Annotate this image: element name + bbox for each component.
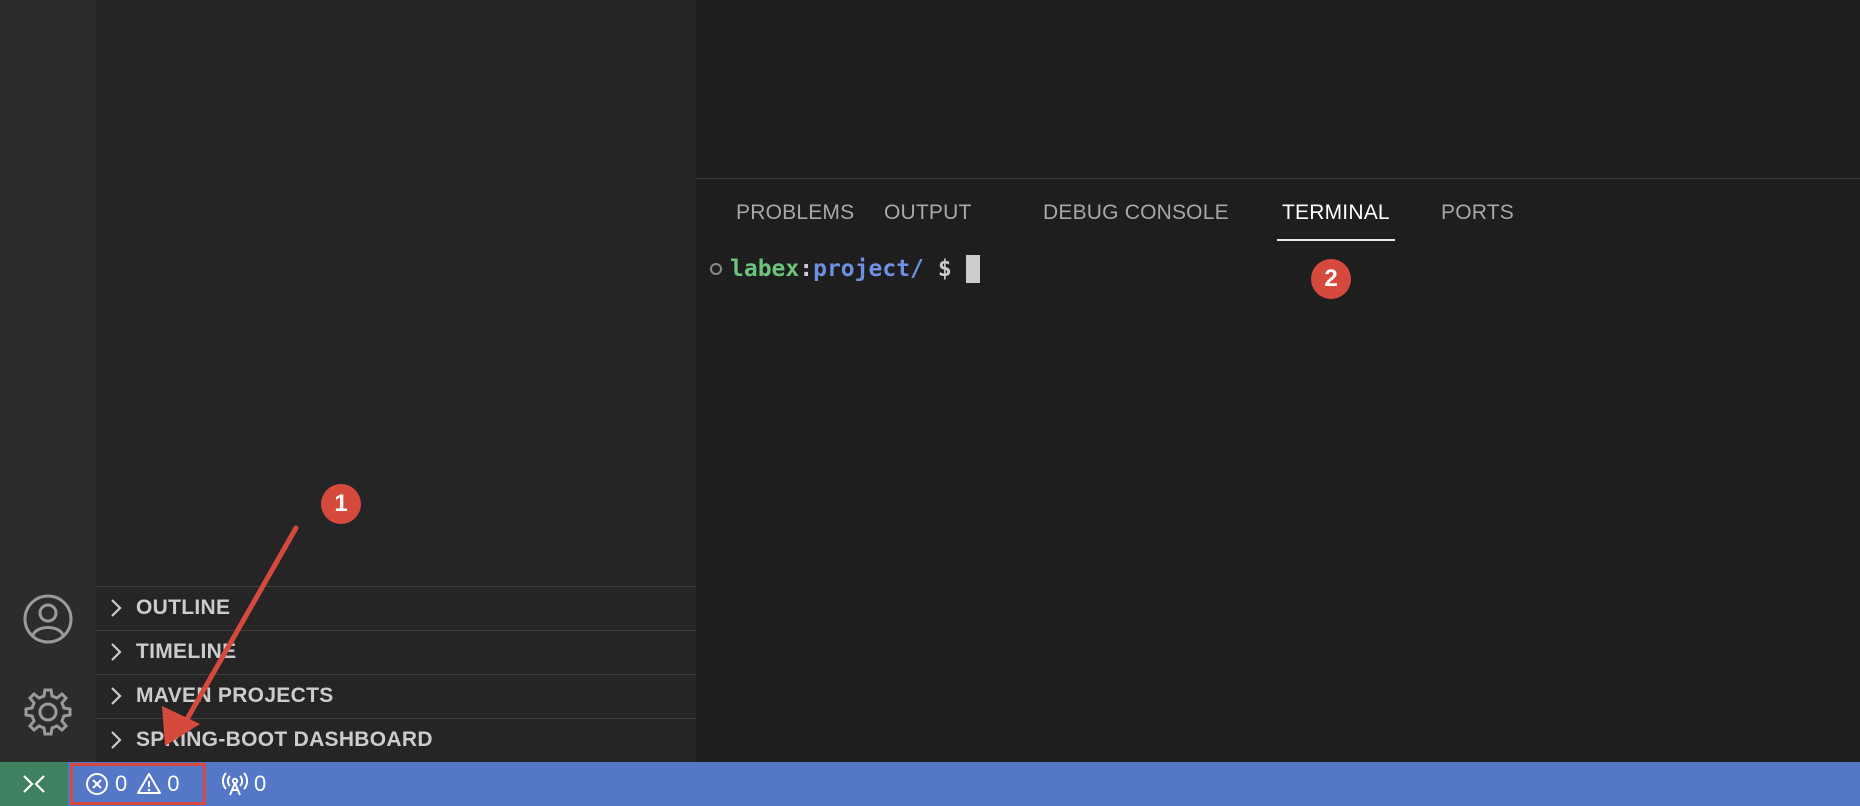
chevron-right-icon <box>96 729 136 751</box>
chevron-right-icon <box>96 597 136 619</box>
editor-area[interactable] <box>696 0 1860 179</box>
tab-debug-console[interactable]: DEBUG CONSOLE <box>1039 197 1233 241</box>
annotation-badge-2: 2 <box>1311 259 1351 299</box>
warning-icon <box>137 773 162 794</box>
terminal-prompt-symbol: $ <box>937 256 952 282</box>
sidebar-section-spring-boot-dashboard[interactable]: SPRING-BOOT DASHBOARD <box>96 718 696 761</box>
sidebar-section-label: SPRING-BOOT DASHBOARD <box>136 728 433 751</box>
panel-tabs: PROBLEMS OUTPUT DEBUG CONSOLE TERMINAL P… <box>696 179 1860 241</box>
account-icon[interactable] <box>20 591 76 647</box>
remote-indicator-button[interactable] <box>0 762 68 806</box>
chevron-right-icon <box>96 641 136 663</box>
error-count: 0 <box>115 771 128 796</box>
sidebar-section-maven-projects[interactable]: MAVEN PROJECTS <box>96 674 696 717</box>
remote-icon <box>23 775 45 793</box>
terminal-separator: : <box>799 256 814 282</box>
chevron-right-icon <box>96 685 136 707</box>
gear-icon[interactable] <box>20 684 76 740</box>
annotation-badge-1: 1 <box>321 484 361 524</box>
warning-count: 0 <box>167 771 180 796</box>
broadcast-icon <box>222 772 248 796</box>
tab-ports[interactable]: PORTS <box>1437 197 1518 241</box>
problems-status-button[interactable]: 0 0 <box>70 763 206 805</box>
terminal-prompt[interactable]: labex : project/ $ <box>710 252 980 286</box>
sidebar-section-label: TIMELINE <box>136 640 237 663</box>
sidebar-section-label: MAVEN PROJECTS <box>136 684 334 707</box>
sidebar-section-label: OUTLINE <box>136 596 231 619</box>
ports-status-button[interactable]: 0 <box>222 762 266 806</box>
error-icon <box>86 773 108 795</box>
sidebar-section-timeline[interactable]: TIMELINE <box>96 630 696 673</box>
ports-count: 0 <box>254 771 267 796</box>
terminal-user: labex <box>730 256 800 282</box>
prompt-status-icon <box>710 263 722 275</box>
tab-terminal[interactable]: TERMINAL <box>1277 197 1395 241</box>
status-bar: 0 0 0 <box>0 762 1860 806</box>
terminal-cursor <box>965 255 980 283</box>
sidebar-section-outline[interactable]: OUTLINE <box>96 586 696 629</box>
bottom-panel: PROBLEMS OUTPUT DEBUG CONSOLE TERMINAL P… <box>696 179 1860 762</box>
terminal-path: project/ <box>813 256 924 282</box>
sidebar: OUTLINE TIMELINE MAVEN PROJECTS SPRING-B… <box>96 0 696 762</box>
tab-problems[interactable]: PROBLEMS <box>732 197 858 241</box>
tab-output[interactable]: OUTPUT <box>880 197 976 241</box>
activity-bar <box>0 0 96 762</box>
